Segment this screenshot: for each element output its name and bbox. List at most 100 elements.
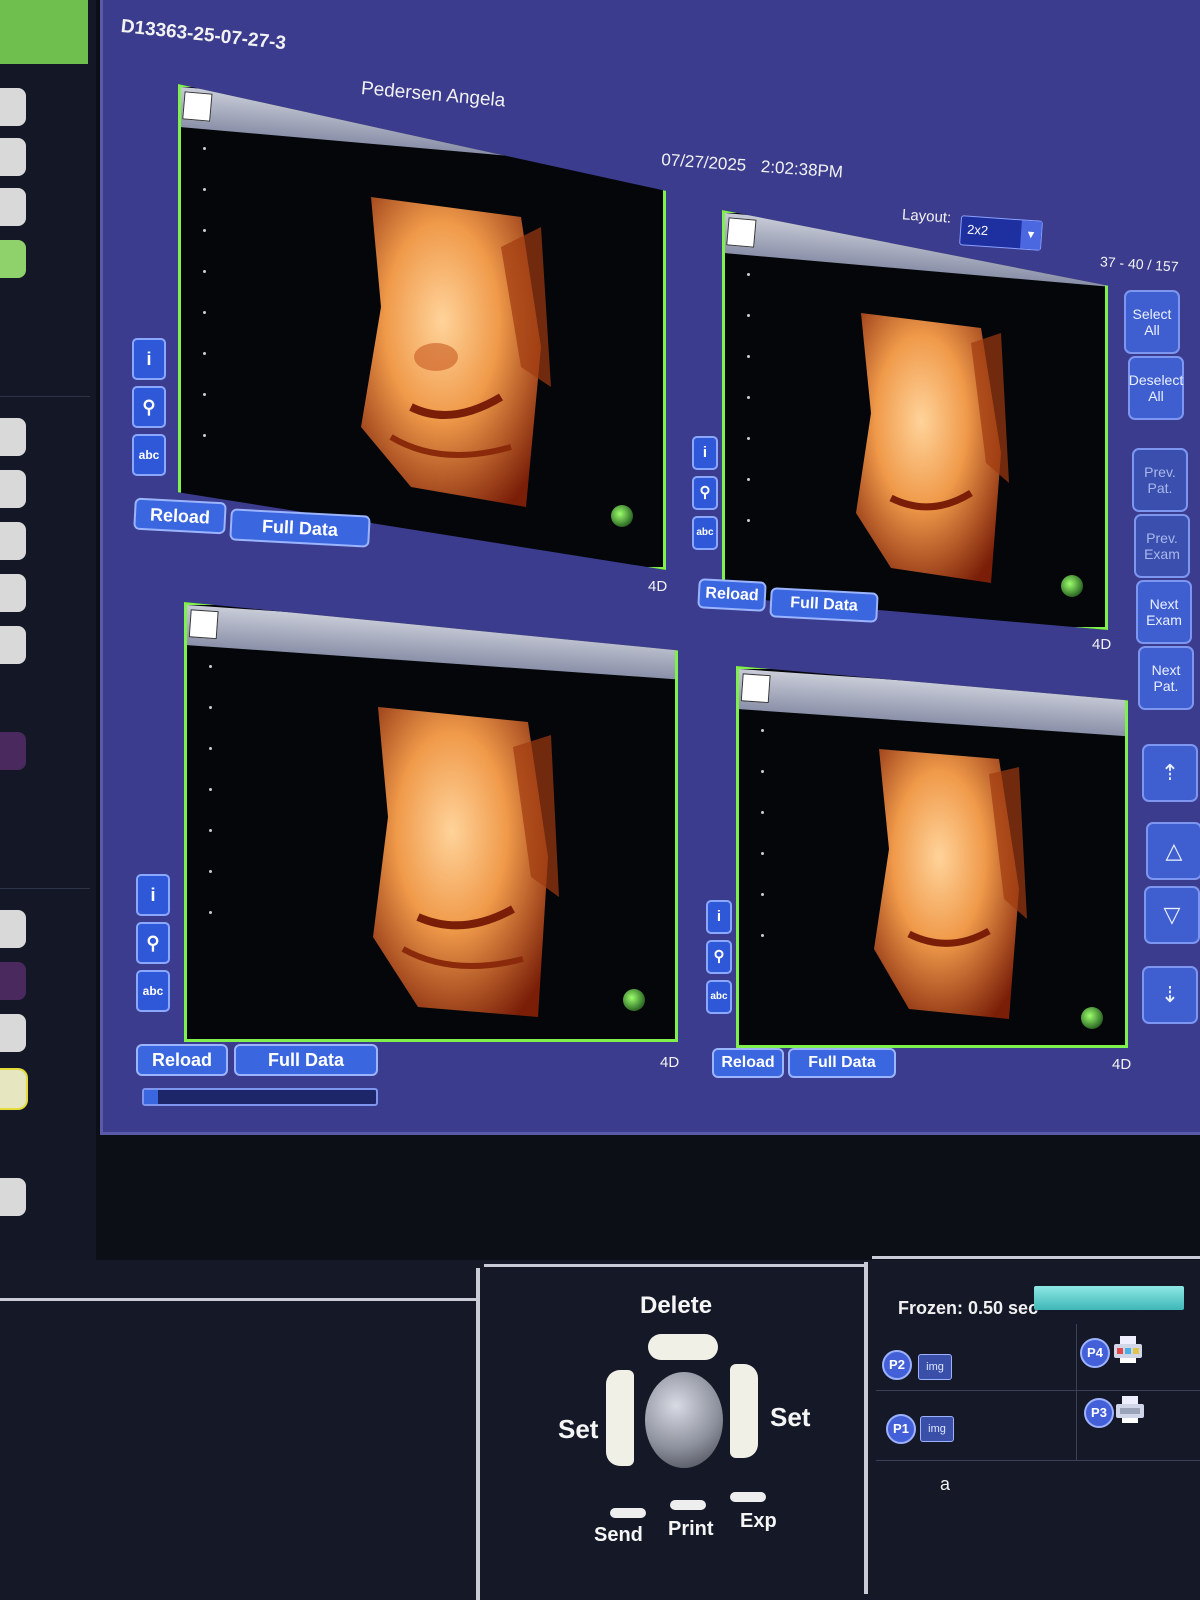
p1-image-icon: img <box>920 1416 954 1442</box>
frozen-progress-bar <box>1034 1286 1184 1310</box>
set-right-label: Set <box>770 1402 811 1432</box>
text-annotation-icon[interactable]: abc <box>136 970 170 1012</box>
print-key[interactable] <box>670 1500 706 1510</box>
p1-key[interactable]: P1 <box>886 1414 916 1444</box>
left-button-15[interactable] <box>0 1178 26 1216</box>
image-tools-3: i ⚲ abc <box>136 874 170 1018</box>
prev-patient-button[interactable]: Prev. Pat. <box>1132 448 1188 512</box>
ultrasound-image-3[interactable] <box>184 602 678 1042</box>
left-button-12[interactable] <box>0 962 26 1000</box>
grid-divider-v <box>1076 1324 1077 1460</box>
info-icon[interactable]: i <box>706 900 732 934</box>
fetal-face-render <box>874 749 1027 1019</box>
touch-panel-text: a <box>940 1474 951 1494</box>
p4-key[interactable]: P4 <box>1080 1338 1110 1368</box>
panel-border-center <box>484 1264 866 1267</box>
info-icon[interactable]: i <box>136 874 170 916</box>
image-tools-4: i ⚲ abc <box>706 900 740 1020</box>
left-button-3[interactable] <box>0 188 26 226</box>
reload-button-1[interactable]: Reload <box>133 497 227 535</box>
p2-image-icon: img <box>918 1354 952 1380</box>
set-left-key[interactable] <box>606 1370 634 1466</box>
delete-key[interactable] <box>648 1334 718 1360</box>
text-annotation-icon[interactable]: abc <box>692 516 718 550</box>
fetal-face-render <box>856 313 1009 583</box>
reload-button-2[interactable]: Reload <box>697 578 767 612</box>
text-annotation-icon[interactable]: abc <box>132 434 166 476</box>
color-printer-icon <box>1114 1336 1142 1363</box>
orientation-marker-icon <box>611 505 633 527</box>
p2-key[interactable]: P2 <box>882 1350 912 1380</box>
panel-divider-2 <box>864 1262 868 1594</box>
logo-icon <box>740 673 771 704</box>
send-key[interactable] <box>610 1508 646 1518</box>
logo-icon <box>182 91 213 122</box>
panel-border-left <box>0 1298 478 1301</box>
up-arrow-icon[interactable]: △ <box>1146 822 1200 880</box>
probe-icon[interactable]: ⚲ <box>706 940 732 974</box>
full-data-button-3[interactable]: Full Data <box>234 1044 378 1076</box>
reload-button-4[interactable]: Reload <box>712 1048 784 1078</box>
last-page-icon[interactable]: ⇣ <box>1142 966 1198 1024</box>
first-page-icon[interactable]: ⇡ <box>1142 744 1198 802</box>
orientation-marker-icon <box>1081 1007 1103 1029</box>
left-button-7[interactable] <box>0 522 26 560</box>
chevron-down-icon[interactable]: ▼ <box>1019 220 1042 250</box>
left-button-active[interactable] <box>0 240 26 278</box>
down-arrow-icon[interactable]: ▽ <box>1144 886 1200 944</box>
select-all-button[interactable]: Select All <box>1124 290 1180 354</box>
image-tools-1: i ⚲ abc <box>132 338 166 482</box>
grid-divider-h1 <box>876 1390 1200 1391</box>
p3-key[interactable]: P3 <box>1084 1398 1114 1428</box>
mode-label-4: 4D <box>1112 1056 1132 1073</box>
left-button-9[interactable] <box>0 626 26 664</box>
cine-progress-fill <box>144 1090 158 1104</box>
delete-key-label: Delete <box>640 1292 713 1319</box>
next-exam-button[interactable]: Next Exam <box>1136 580 1192 644</box>
left-button-10[interactable] <box>0 732 26 770</box>
left-button-14[interactable] <box>0 1070 26 1108</box>
frozen-value: 0.50 sec <box>968 1298 1039 1318</box>
set-right-key[interactable] <box>730 1364 758 1458</box>
text-annotation-icon[interactable]: abc <box>706 980 732 1014</box>
left-button-5[interactable] <box>0 418 26 456</box>
left-button-1[interactable] <box>0 88 26 126</box>
cine-progress-slider[interactable] <box>142 1088 378 1106</box>
orientation-marker-icon <box>623 989 645 1011</box>
full-data-button-4[interactable]: Full Data <box>788 1048 896 1078</box>
mode-label-2: 4D <box>1092 636 1112 653</box>
prev-exam-button[interactable]: Prev. Exam <box>1134 514 1190 578</box>
left-button-2[interactable] <box>0 138 26 176</box>
orientation-marker-icon <box>1061 575 1083 597</box>
left-button-strip <box>0 0 96 1260</box>
left-button-13[interactable] <box>0 1014 26 1052</box>
probe-icon[interactable]: ⚲ <box>136 922 170 964</box>
logo-icon <box>726 217 757 248</box>
mode-label-1: 4D <box>648 578 668 595</box>
image-tools-2: i ⚲ abc <box>692 436 726 556</box>
ultrasound-review-screen: D13363-25-07-27-3 Pedersen Angela 07/27/… <box>0 0 1200 1600</box>
reload-button-3[interactable]: Reload <box>136 1044 228 1076</box>
info-icon[interactable]: i <box>692 436 718 470</box>
layout-select[interactable]: 2x2 ▼ <box>959 215 1043 251</box>
left-button-8[interactable] <box>0 574 26 612</box>
deselect-all-button[interactable]: Deselect All <box>1128 356 1184 420</box>
next-patient-button[interactable]: Next Pat. <box>1138 646 1194 710</box>
left-divider-2 <box>0 888 90 889</box>
probe-icon[interactable]: ⚲ <box>692 476 718 510</box>
mode-label-3: 4D <box>660 1054 680 1071</box>
left-button-6[interactable] <box>0 470 26 508</box>
probe-icon[interactable]: ⚲ <box>132 386 166 428</box>
layout-label: Layout: <box>901 206 952 227</box>
trackball[interactable] <box>645 1372 723 1468</box>
left-green-tab[interactable] <box>0 0 88 64</box>
info-icon[interactable]: i <box>132 338 166 380</box>
ultrasound-image-4[interactable] <box>736 666 1128 1048</box>
full-data-button-2[interactable]: Full Data <box>769 587 879 623</box>
left-divider-1 <box>0 396 90 397</box>
grid-divider-h2 <box>876 1460 1200 1461</box>
exp-key[interactable] <box>730 1492 766 1502</box>
send-key-label: Send <box>594 1524 643 1546</box>
left-button-11[interactable] <box>0 910 26 948</box>
print-key-label: Print <box>668 1518 714 1540</box>
